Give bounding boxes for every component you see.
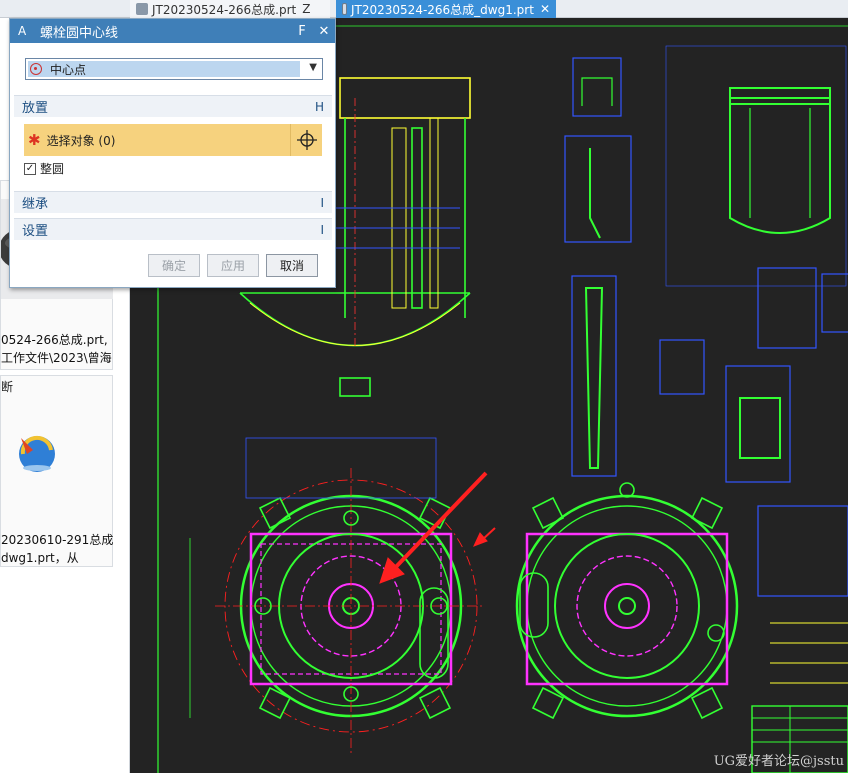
crosshair-icon — [296, 130, 317, 150]
settings-group-header[interactable]: 设置 I — [14, 218, 332, 240]
crosshair-button[interactable] — [290, 124, 322, 156]
tab-label: JT20230524-266总成_dwg1.prt — [351, 2, 534, 17]
placement-group-header[interactable]: 放置 H — [14, 95, 332, 117]
bolt-circle-centerline-dialog: A 螺栓圆中心线 F ✕ 中心点 ▼ 放置 H ✱ 选择对象 (0) ✓ 整圆 … — [9, 18, 336, 288]
group-label: 设置 — [22, 224, 49, 239]
file-path: dwg1.prt，从 — [1, 551, 79, 565]
collapse-indicator: H — [314, 99, 324, 114]
apply-button[interactable]: 应用 — [207, 254, 259, 277]
type-dropdown-value: 中心点 — [50, 62, 87, 77]
chevron-down-icon[interactable]: ▼ — [309, 62, 317, 73]
vessel-plan-view-right — [515, 482, 739, 720]
part-file-icon — [136, 3, 148, 15]
dialog-header-f-button[interactable]: F — [291, 24, 313, 39]
type-dropdown-value-box: 中心点 — [28, 61, 300, 77]
group-label: 放置 — [22, 101, 49, 116]
vessel-plan-view-left — [189, 437, 485, 753]
watermark: UG爱好者论坛@jsstu — [713, 754, 844, 769]
app-letter-icon: A — [18, 24, 27, 38]
select-object-row[interactable]: ✱ 选择对象 (0) — [24, 124, 322, 156]
panel-text-fragment: 断 — [1, 380, 14, 394]
center-point-icon — [30, 63, 42, 75]
full-circle-checkbox[interactable]: ✓ 整圆 — [24, 160, 64, 177]
recent-file-card[interactable]: 断 20230610-291总成 dwg1.prt，从 — [0, 375, 113, 567]
tab-close-icon[interactable]: ✕ — [540, 2, 550, 16]
drawing-file-icon — [342, 3, 347, 15]
select-object-label: 选择对象 (0) — [46, 133, 116, 148]
collapse-indicator: I — [320, 195, 324, 210]
dialog-title-bar[interactable]: A 螺栓圆中心线 F ✕ — [10, 19, 335, 43]
checkbox-checked-icon[interactable]: ✓ — [24, 162, 36, 175]
file-name: 0524-266总成.prt, — [1, 333, 108, 347]
annotation-arrows — [379, 471, 496, 584]
tab-suffix: Z — [302, 2, 311, 16]
inherit-group-header[interactable]: 继承 I — [14, 191, 332, 213]
cancel-button[interactable]: 取消 — [266, 254, 318, 277]
file-name: 20230610-291总成 — [1, 533, 113, 547]
type-dropdown[interactable]: 中心点 ▼ — [25, 58, 323, 80]
close-icon[interactable]: ✕ — [313, 24, 335, 39]
nx-drawing-file-icon — [19, 435, 55, 472]
collapse-indicator: I — [320, 222, 324, 237]
file-path: 工作文件\2023\曾海 — [1, 351, 112, 365]
group-label: 继承 — [22, 197, 49, 212]
document-tab-strip: JT20230524-266总成.prt Z JT20230524-266总成_… — [0, 0, 848, 18]
tab-drawing-part[interactable]: JT20230524-266总成_dwg1.prt ✕ — [336, 0, 556, 18]
detail-views — [564, 45, 848, 597]
tab-assembly-part[interactable]: JT20230524-266总成.prt Z — [130, 0, 330, 18]
tab-label: JT20230524-266总成.prt — [152, 2, 297, 17]
required-star-icon: ✱ — [28, 131, 41, 149]
dialog-title: 螺栓圆中心线 — [40, 25, 119, 41]
full-circle-label: 整圆 — [40, 162, 65, 176]
ok-button[interactable]: 确定 — [148, 254, 200, 277]
